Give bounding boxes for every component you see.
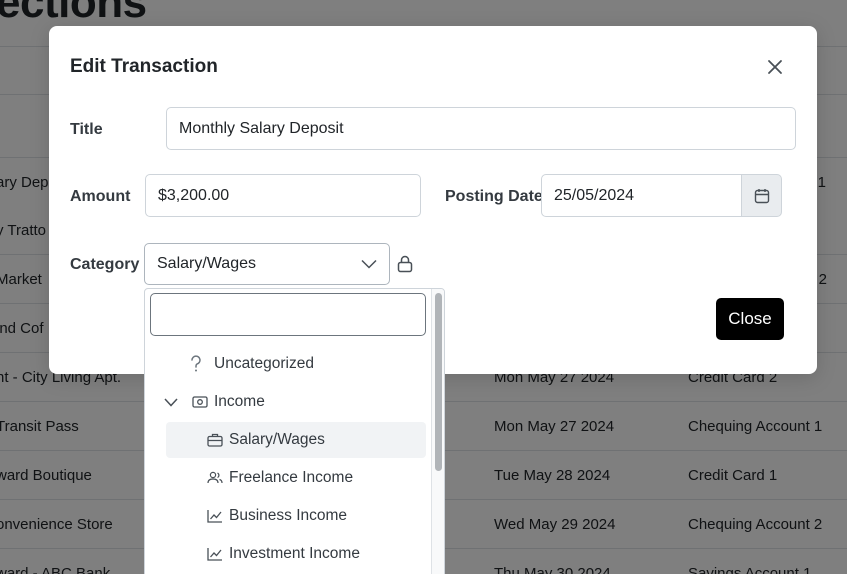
close-button[interactable]: Close bbox=[716, 298, 784, 340]
category-select[interactable]: Salary/Wages bbox=[144, 243, 390, 285]
title-label: Title bbox=[70, 121, 103, 138]
calendar-icon bbox=[754, 188, 769, 203]
dropdown-scrollbar-thumb[interactable] bbox=[435, 293, 442, 471]
category-select-value: Salary/Wages bbox=[157, 255, 256, 272]
category-option-uncategorized[interactable]: Uncategorized bbox=[190, 346, 314, 382]
chevron-down-icon[interactable] bbox=[164, 397, 178, 407]
category-option-income[interactable]: Income bbox=[164, 384, 265, 420]
chevron-down-icon bbox=[361, 259, 377, 269]
category-label: Category bbox=[70, 256, 140, 273]
close-icon[interactable] bbox=[765, 57, 785, 77]
modal-title: Edit Transaction bbox=[70, 56, 218, 77]
users-icon bbox=[207, 471, 223, 484]
category-dropdown: Uncategorized Income Salary/Wages Freela… bbox=[144, 288, 445, 574]
briefcase-icon bbox=[207, 433, 223, 447]
amount-label: Amount bbox=[70, 188, 131, 205]
dropdown-scrollbar[interactable] bbox=[431, 289, 444, 574]
chart-line-icon bbox=[207, 510, 222, 523]
amount-input[interactable]: $3,200.00 bbox=[145, 174, 421, 217]
question-icon bbox=[191, 355, 201, 372]
lock-icon[interactable] bbox=[397, 255, 413, 278]
posting-date-input[interactable]: 25/05/2024 bbox=[541, 174, 742, 217]
category-search-input[interactable] bbox=[150, 293, 426, 336]
category-option-investment-income[interactable]: Investment Income bbox=[207, 536, 360, 572]
money-icon bbox=[192, 396, 208, 408]
category-option-business-income[interactable]: Business Income bbox=[207, 498, 347, 534]
posting-date-label: Posting Date bbox=[445, 188, 543, 205]
category-option-salary-wages[interactable]: Salary/Wages bbox=[166, 422, 426, 458]
chart-line-icon bbox=[207, 548, 222, 561]
calendar-button[interactable] bbox=[741, 174, 782, 217]
title-input[interactable]: Monthly Salary Deposit bbox=[166, 107, 796, 150]
category-option-freelance-income[interactable]: Freelance Income bbox=[207, 460, 353, 496]
